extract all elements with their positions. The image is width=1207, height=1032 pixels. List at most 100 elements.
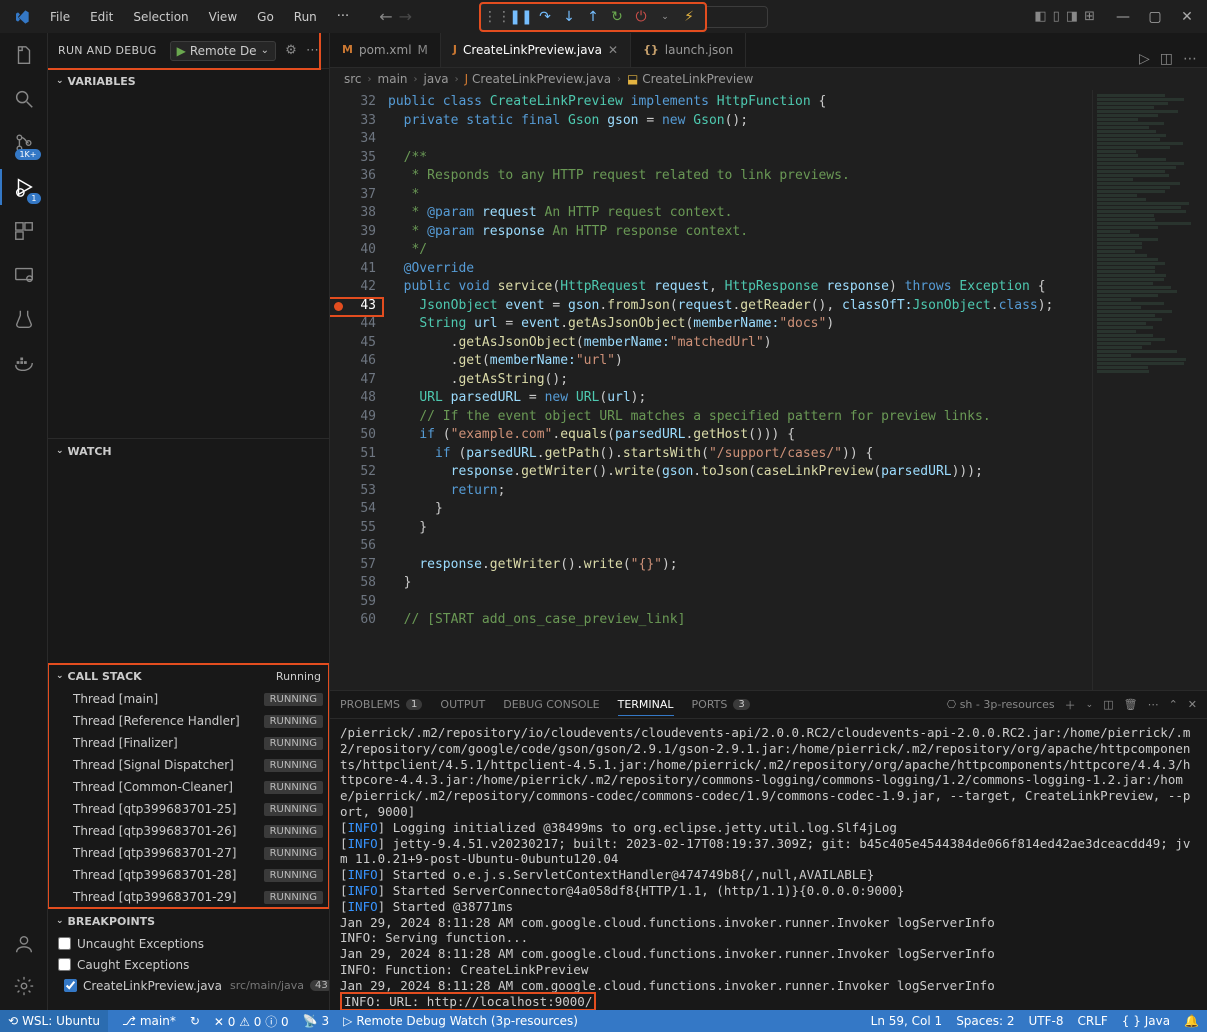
breakpoint-uncaught[interactable]: Uncaught Exceptions: [58, 933, 329, 954]
terminal-label[interactable]: ⎔ sh - 3p-resources: [947, 698, 1055, 711]
bottom-panel: PROBLEMS1 OUTPUT DEBUG CONSOLE TERMINAL …: [330, 690, 1207, 1010]
restart-icon[interactable]: ↻: [606, 6, 628, 28]
tab-ports[interactable]: PORTS3: [692, 698, 750, 711]
code-editor[interactable]: public class CreateLinkPreview implement…: [388, 90, 1092, 690]
debug-config-selector[interactable]: ▶ Remote De ⌄: [170, 41, 276, 61]
docker-icon[interactable]: [10, 349, 38, 377]
editor-gutter[interactable]: 3233343536373839404142434445464748495051…: [330, 90, 388, 690]
source-control-icon[interactable]: 1K+: [10, 129, 38, 157]
hot-reload-icon[interactable]: ⚡: [678, 6, 700, 28]
extensions-icon[interactable]: [10, 217, 38, 245]
status-eol[interactable]: CRLF: [1077, 1014, 1107, 1028]
callstack-thread[interactable]: Thread [Reference Handler]RUNNING: [48, 710, 329, 732]
step-into-icon[interactable]: ↓: [558, 6, 580, 28]
nav-back-icon[interactable]: ←: [379, 7, 392, 26]
search-icon[interactable]: [10, 85, 38, 113]
minimap[interactable]: [1092, 90, 1207, 690]
status-language[interactable]: { } Java: [1122, 1014, 1170, 1028]
tab-terminal[interactable]: TERMINAL: [618, 698, 674, 716]
remote-explorer-icon[interactable]: [10, 261, 38, 289]
chevron-down-icon: ⌄: [261, 45, 269, 56]
chevron-down-icon[interactable]: ⌄: [1086, 700, 1094, 710]
layout-icon[interactable]: ⊞: [1084, 9, 1095, 24]
menu-edit[interactable]: Edit: [82, 6, 121, 28]
status-spaces[interactable]: Spaces: 2: [956, 1014, 1014, 1028]
callstack-thread[interactable]: Thread [main]RUNNING: [48, 688, 329, 710]
nav-forward-icon[interactable]: →: [399, 7, 412, 26]
settings-gear-icon[interactable]: [10, 972, 38, 1000]
editor-tab[interactable]: JCreateLinkPreview.java ✕: [441, 33, 631, 67]
minimize-icon[interactable]: —: [1109, 9, 1137, 25]
explorer-icon[interactable]: [10, 41, 38, 69]
menu-go[interactable]: Go: [249, 6, 282, 28]
more-icon[interactable]: ⋯: [306, 43, 319, 58]
menu-run[interactable]: Run: [286, 6, 325, 28]
status-diagnostics[interactable]: ✕ 0 ⚠ 0 ⓘ 0: [214, 1010, 289, 1032]
layout-icon[interactable]: ◧: [1034, 9, 1046, 24]
file-icon: J: [453, 43, 457, 56]
close-tab-icon[interactable]: ✕: [608, 43, 618, 57]
chevron-up-icon[interactable]: ⌃: [1169, 698, 1178, 711]
callstack-thread[interactable]: Thread [qtp399683701-25]RUNNING: [48, 798, 329, 820]
status-sync[interactable]: ↻: [190, 1010, 200, 1032]
section-callstack[interactable]: ⌄CALL STACKRunning: [48, 664, 329, 688]
editor-tab[interactable]: Mpom.xml M: [330, 33, 441, 67]
terminal-output[interactable]: /pierrick/.m2/repository/io/cloudevents/…: [330, 719, 1207, 1010]
callstack-thread[interactable]: Thread [qtp399683701-29]RUNNING: [48, 886, 329, 908]
run-debug-icon[interactable]: 1: [10, 173, 38, 201]
status-ports[interactable]: 📡 3: [303, 1010, 329, 1032]
menu-selection[interactable]: Selection: [125, 6, 196, 28]
breadcrumb[interactable]: src›main›java›J CreateLinkPreview.java›⬓…: [330, 68, 1207, 90]
breakpoint-caught[interactable]: Caught Exceptions: [58, 954, 329, 975]
status-debug[interactable]: ▷ Remote Debug Watch (3p-resources): [343, 1010, 578, 1032]
trash-icon[interactable]: 🗑: [1124, 698, 1138, 711]
sidebar-title: RUN AND DEBUG: [58, 44, 157, 57]
more-icon[interactable]: ⋯: [1183, 51, 1197, 67]
callstack-thread[interactable]: Thread [Finalizer]RUNNING: [48, 732, 329, 754]
tab-problems[interactable]: PROBLEMS1: [340, 698, 422, 711]
callstack-thread[interactable]: Thread [qtp399683701-27]RUNNING: [48, 842, 329, 864]
chevron-down-icon[interactable]: ⌄: [654, 6, 676, 28]
split-editor-icon[interactable]: ◫: [1160, 51, 1173, 67]
menu-more[interactable]: ···: [329, 5, 357, 28]
close-icon[interactable]: ✕: [1173, 9, 1201, 25]
new-terminal-icon[interactable]: ＋: [1065, 697, 1076, 713]
more-icon[interactable]: ⋯: [1148, 698, 1159, 711]
step-out-icon[interactable]: ↑: [582, 6, 604, 28]
file-icon: M: [342, 43, 353, 56]
testing-icon[interactable]: [10, 305, 38, 333]
maximize-icon[interactable]: ▢: [1141, 9, 1169, 25]
callstack-thread[interactable]: Thread [Common-Cleaner]RUNNING: [48, 776, 329, 798]
stop-icon[interactable]: ⏻: [630, 6, 652, 28]
editor-area: Mpom.xml MJCreateLinkPreview.java ✕{}lau…: [330, 33, 1207, 1010]
split-terminal-icon[interactable]: ◫: [1103, 698, 1113, 711]
accounts-icon[interactable]: [10, 930, 38, 958]
status-branch[interactable]: ⎇ main*: [122, 1010, 176, 1032]
run-icon[interactable]: ▷: [1139, 51, 1150, 67]
menu-view[interactable]: View: [201, 6, 245, 28]
breakpoint-file[interactable]: CreateLinkPreview.java src/main/java 43: [58, 975, 329, 996]
layout-icon[interactable]: ▯: [1053, 9, 1060, 24]
window-controls: — ▢ ✕: [1109, 9, 1201, 25]
section-breakpoints[interactable]: ⌄BREAKPOINTS: [48, 909, 329, 933]
tab-debug-console[interactable]: DEBUG CONSOLE: [503, 698, 599, 711]
status-remote[interactable]: ⟲ WSL: Ubuntu: [0, 1010, 108, 1032]
section-variables[interactable]: ⌄VARIABLES: [48, 69, 329, 93]
tab-output[interactable]: OUTPUT: [440, 698, 485, 711]
layout-icon[interactable]: ◨: [1066, 9, 1078, 24]
close-panel-icon[interactable]: ✕: [1188, 698, 1197, 711]
pause-icon[interactable]: ❚❚: [510, 6, 532, 28]
status-encoding[interactable]: UTF-8: [1029, 1014, 1064, 1028]
callstack-thread[interactable]: Thread [Signal Dispatcher]RUNNING: [48, 754, 329, 776]
step-over-icon[interactable]: ↷: [534, 6, 556, 28]
menu-file[interactable]: File: [42, 6, 78, 28]
status-notifications[interactable]: 🔔: [1184, 1014, 1199, 1028]
section-watch[interactable]: ⌄WATCH: [48, 439, 329, 463]
debug-toolbar: ⋮⋮ ❚❚ ↷ ↓ ↑ ↻ ⏻ ⌄ ⚡: [480, 3, 706, 31]
editor-tab[interactable]: {}launch.json: [631, 33, 746, 67]
gear-icon[interactable]: ⚙: [285, 43, 297, 58]
callstack-thread[interactable]: Thread [qtp399683701-26]RUNNING: [48, 820, 329, 842]
drag-handle-icon[interactable]: ⋮⋮: [486, 6, 508, 28]
callstack-thread[interactable]: Thread [qtp399683701-28]RUNNING: [48, 864, 329, 886]
status-position[interactable]: Ln 59, Col 1: [871, 1014, 943, 1028]
